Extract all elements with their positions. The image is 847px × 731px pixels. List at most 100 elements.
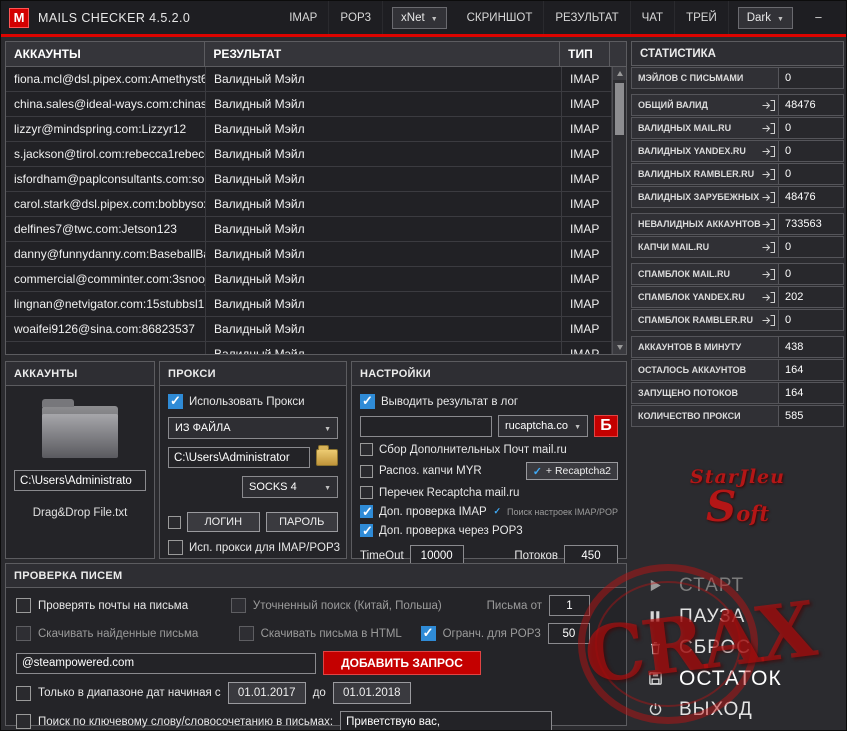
date-range-checkbox[interactable]: [16, 685, 31, 701]
exit-button[interactable]: ВЫХОД: [631, 694, 844, 725]
pause-button[interactable]: ПАУЗА: [631, 601, 844, 632]
pop3-limit-checkbox[interactable]: [420, 625, 436, 641]
table-row[interactable]: delfines7@twc.com:Jetson123 Валидный Мэй…: [6, 217, 612, 242]
scrollbar-up-icon[interactable]: [613, 67, 626, 80]
table-row[interactable]: fiona.mcl@dsl.pipex.com:Amethyst6 Валидн…: [6, 67, 612, 92]
browse-folder-icon[interactable]: [316, 445, 338, 466]
table-row[interactable]: s.jackson@tirol.com:rebecca1rebecca Вали…: [6, 142, 612, 167]
table-row[interactable]: china.sales@ideal-ways.com:chinasal Вали…: [6, 92, 612, 117]
export-icon[interactable]: [762, 291, 775, 303]
table-row[interactable]: isfordham@paplconsultants.com:sor Валидн…: [6, 167, 612, 192]
menu-pop3[interactable]: POP3: [329, 1, 384, 34]
captcha-service-dropdown[interactable]: rucaptcha.co: [498, 415, 588, 437]
scrollbar-down-icon[interactable]: [613, 341, 626, 354]
stat-row: ВАЛИДНЫХ YANDEX.RU 0: [631, 140, 844, 162]
start-button[interactable]: СТАРТ: [631, 570, 844, 601]
pop3-limit-input[interactable]: 50: [547, 623, 590, 644]
table-row[interactable]: commercial@comminter.com:3snooj Валидный…: [6, 267, 612, 292]
stat-row: ОСТАЛОСЬ АККАУНТОВ 164: [631, 359, 844, 381]
export-icon[interactable]: [762, 314, 775, 326]
stat-value: 0: [779, 140, 844, 162]
export-icon[interactable]: [762, 99, 775, 111]
folder-icon[interactable]: [42, 399, 118, 458]
proxy-for-imap-label: Исп. прокси для IMAP/POP3: [189, 541, 341, 554]
stat-row: ВАЛИДНЫХ ЗАРУБЕЖНЫХ 48476: [631, 186, 844, 208]
menu-result[interactable]: РЕЗУЛЬТАТ: [544, 1, 631, 34]
table-scrollbar: [612, 67, 626, 354]
download-html-checkbox[interactable]: [238, 626, 254, 641]
pop3-check-checkbox[interactable]: [360, 523, 373, 539]
stat-label: ВАЛИДНЫХ MAIL.RU: [631, 117, 779, 139]
titlebar-menu: IMAP POP3 xNet СКРИНШОТ РЕЗУЛЬТАТ ЧАТ ТР…: [278, 1, 846, 34]
proxy-source-dropdown[interactable]: ИЗ ФАЙЛА: [168, 417, 338, 439]
stat-value: 0: [779, 163, 844, 185]
menu-screenshot[interactable]: СКРИНШОТ: [456, 1, 545, 34]
accounts-path-input[interactable]: C:\Users\Administrato: [14, 470, 146, 491]
menu-xnet-dropdown[interactable]: xNet: [392, 6, 447, 29]
table-row[interactable]: carol.stark@dsl.pipex.com:bobbysox Валид…: [6, 192, 612, 217]
recaptcha2-button[interactable]: + Recaptcha2: [525, 462, 618, 480]
export-icon[interactable]: [762, 145, 775, 157]
keyword-checkbox[interactable]: [16, 714, 31, 729]
download-found-checkbox[interactable]: [16, 626, 31, 641]
stat-label: ОСТАЛОСЬ АККАУНТОВ: [631, 359, 779, 381]
table-row[interactable]: woaifei9126@sina.com:86823537 Валидный М…: [6, 317, 612, 342]
proxy-path-input[interactable]: C:\Users\Administrator: [168, 447, 310, 468]
proxy-auth-checkbox[interactable]: [168, 515, 181, 529]
balance-button[interactable]: Б: [594, 415, 618, 437]
account-cell: isfordham@paplconsultants.com:sor: [6, 167, 206, 191]
refined-search-label: Уточненный поиск (Китай, Польша): [252, 599, 442, 612]
imap-check-checkbox[interactable]: [360, 504, 373, 520]
export-icon[interactable]: [762, 168, 775, 180]
keyword-input[interactable]: Приветствую вас,: [340, 711, 553, 730]
captcha-key-input[interactable]: [360, 415, 492, 437]
remainder-button[interactable]: ОСТАТОК: [631, 663, 844, 694]
letters-from-input[interactable]: 1: [548, 595, 590, 616]
table-row[interactable]: lizzyr@mindspring.com:Lizzyr12 Валидный …: [6, 117, 612, 142]
column-header-type[interactable]: ТИП: [560, 42, 610, 66]
theme-dropdown[interactable]: Dark: [737, 6, 793, 29]
stat-row: СПАМБЛОК MAIL.RU 0: [631, 263, 844, 285]
stat-value: 0: [779, 309, 844, 331]
chevron-down-icon: [574, 420, 581, 432]
menu-imap[interactable]: IMAP: [278, 1, 330, 34]
use-proxy-checkbox[interactable]: [168, 393, 183, 409]
proxy-for-imap-checkbox[interactable]: [168, 540, 183, 555]
menu-tray[interactable]: ТРЕЙ: [675, 1, 729, 34]
column-header-accounts[interactable]: АККАУНТЫ: [6, 42, 206, 66]
add-query-button[interactable]: ДОБАВИТЬ ЗАПРОС: [323, 651, 481, 675]
collect-mails-checkbox[interactable]: [360, 443, 373, 456]
export-icon[interactable]: [762, 218, 775, 230]
titlebar: M MAILS CHECKER 4.5.2.0 IMAP POP3 xNet С…: [1, 1, 846, 34]
menu-chat[interactable]: ЧАТ: [631, 1, 676, 34]
export-icon[interactable]: [762, 241, 775, 253]
maximize-button[interactable]: □: [835, 1, 846, 34]
recheck-checkbox[interactable]: [360, 486, 373, 499]
check-letters-label: Проверять почты на письма: [38, 599, 189, 612]
query-input[interactable]: @steampowered.com: [16, 652, 316, 674]
table-row[interactable]: danny@funnydanny.com:BaseballBa Валидный…: [6, 242, 612, 267]
scrollbar-thumb[interactable]: [615, 83, 624, 135]
pop3-check-label: Доп. проверка через POP3: [379, 524, 523, 537]
log-output-checkbox[interactable]: [360, 393, 375, 409]
date-to-button[interactable]: 01.01.2018: [332, 682, 411, 704]
column-header-result[interactable]: РЕЗУЛЬТАТ: [205, 42, 561, 66]
date-from-button[interactable]: 01.01.2017: [227, 682, 306, 704]
check-letters-checkbox[interactable]: [16, 598, 31, 613]
captcha-myr-checkbox[interactable]: [360, 464, 373, 478]
stat-value: 0: [779, 67, 844, 89]
stat-value: 0: [779, 236, 844, 258]
export-icon[interactable]: [762, 122, 775, 134]
proxy-type-dropdown[interactable]: SOCKS 4: [242, 476, 338, 498]
table-row[interactable]: lingnan@netvigator.com:15stubbsl1 Валидн…: [6, 292, 612, 317]
export-icon[interactable]: [762, 268, 775, 280]
reset-button[interactable]: СБРОС: [631, 632, 844, 663]
proxy-password-button[interactable]: ПАРОЛЬ: [265, 512, 338, 532]
stat-row: СПАМБЛОК YANDEX.RU 202: [631, 286, 844, 308]
export-icon[interactable]: [762, 191, 775, 203]
refined-search-checkbox[interactable]: [230, 598, 246, 613]
proxy-login-button[interactable]: ЛОГИН: [187, 512, 260, 532]
result-cell: Валидный Мэйл: [206, 117, 562, 141]
minimize-button[interactable]: −: [802, 1, 835, 34]
table-row[interactable]: Валидный Мэйл IMAP: [6, 342, 612, 354]
